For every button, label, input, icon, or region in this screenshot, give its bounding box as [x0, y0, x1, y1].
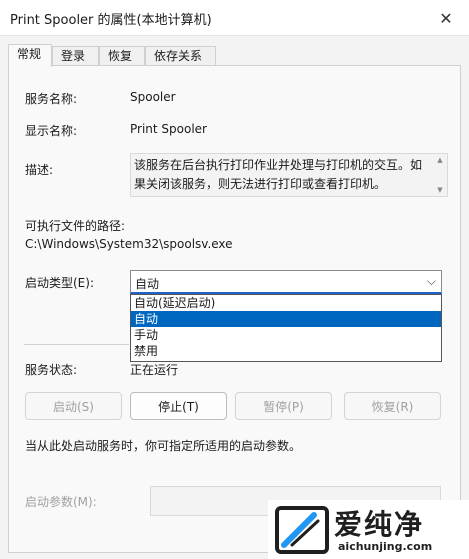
scroll-down-icon[interactable]: ▼	[437, 186, 442, 194]
exe-path-value: C:\Windows\System32\spoolsv.exe	[25, 237, 233, 251]
service-name-label: 服务名称:	[25, 92, 78, 106]
service-status-value: 正在运行	[130, 363, 179, 377]
startup-type-value: 自动	[135, 277, 160, 291]
description-label: 描述:	[25, 163, 54, 177]
start-button[interactable]: 启动(S)	[25, 392, 122, 420]
service-status-label: 服务状态:	[25, 363, 78, 377]
startup-option-manual[interactable]: 手动	[131, 327, 441, 343]
start-params-label: 启动参数(M):	[25, 495, 97, 509]
watermark-url: aichunjing.com	[338, 540, 433, 553]
tab-general[interactable]: 常规	[8, 44, 52, 67]
startup-option-auto[interactable]: 自动	[131, 311, 441, 327]
title-bar: Print Spooler 的属性(本地计算机) ✕	[0, 0, 469, 36]
description-scrollbar[interactable]: ▲ ▼	[433, 154, 447, 196]
description-box[interactable]: 该服务在后台执行打印作业并处理与打印机的交互。如果关闭该服务，则无法进行打印或查…	[130, 153, 448, 197]
display-name-value: Print Spooler	[130, 122, 207, 136]
watermark: 爱纯净 aichunjing.com	[268, 500, 469, 559]
exe-path-label: 可执行文件的路径:	[25, 219, 126, 233]
description-text: 该服务在后台执行打印作业并处理与打印机的交互。如果关闭该服务，则无法进行打印或查…	[134, 158, 423, 191]
service-name-value: Spooler	[130, 90, 176, 104]
startup-type-select[interactable]: 自动 ⌵	[130, 270, 442, 294]
watermark-name: 爱纯净	[334, 508, 425, 541]
start-params-hint: 当从此处启动服务时，你可指定所适用的启动参数。	[25, 439, 302, 453]
tab-recovery[interactable]: 恢复	[99, 46, 145, 66]
divider	[24, 344, 129, 345]
startup-type-dropdown: 自动(延迟启动) 自动 手动 禁用	[130, 294, 442, 362]
general-panel: 服务名称: Spooler 显示名称: Print Spooler 描述: 该服…	[8, 65, 461, 553]
close-icon[interactable]: ✕	[423, 0, 469, 36]
display-name-label: 显示名称:	[25, 124, 78, 138]
window-title: Print Spooler 的属性(本地计算机)	[10, 13, 212, 28]
stop-button[interactable]: 停止(T)	[130, 392, 227, 420]
tab-logon[interactable]: 登录	[52, 46, 99, 66]
startup-type-label: 启动类型(E):	[25, 276, 94, 290]
startup-option-delayed[interactable]: 自动(延迟启动)	[131, 295, 441, 311]
scroll-up-icon[interactable]: ▲	[437, 156, 442, 164]
pause-button[interactable]: 暂停(P)	[235, 392, 332, 420]
chevron-down-icon[interactable]: ⌵	[427, 274, 436, 289]
tab-dependencies[interactable]: 依存关系	[145, 46, 216, 66]
watermark-logo-icon	[275, 506, 329, 554]
startup-option-disabled[interactable]: 禁用	[131, 343, 441, 359]
resume-button[interactable]: 恢复(R)	[344, 392, 441, 420]
